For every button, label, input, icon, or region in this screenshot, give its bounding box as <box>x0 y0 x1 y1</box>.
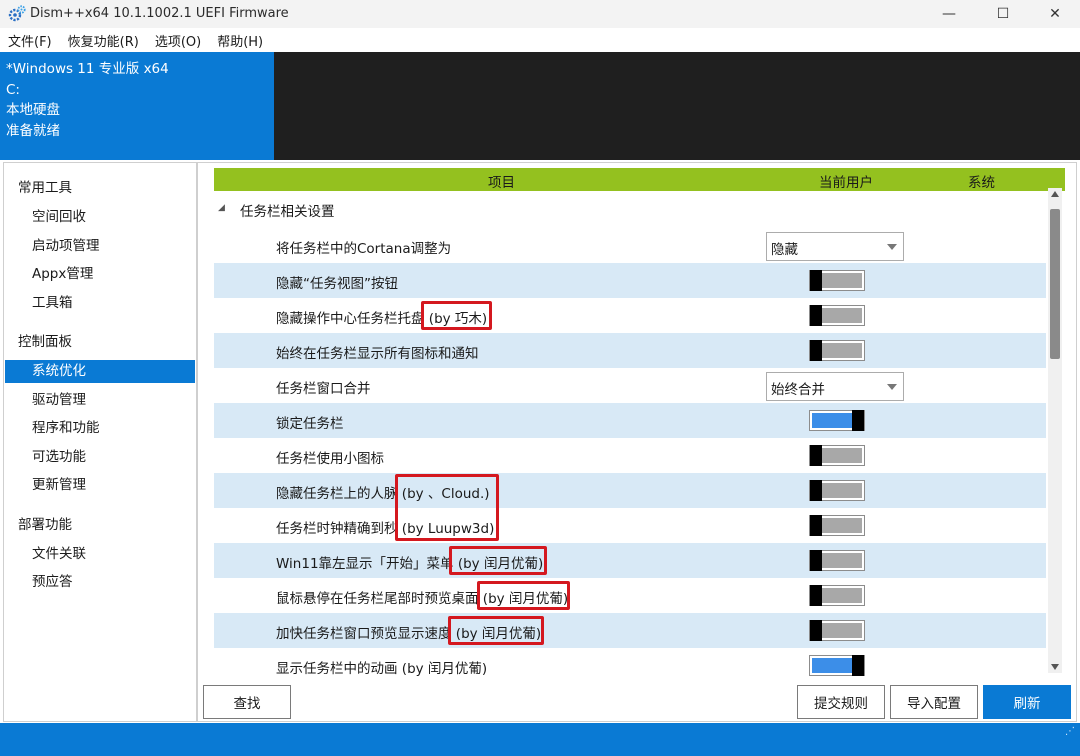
toggle-switch[interactable] <box>809 410 865 431</box>
toggle-switch[interactable] <box>809 480 865 501</box>
vertical-scrollbar[interactable] <box>1048 188 1062 673</box>
sidebar-item-space-reclaim[interactable]: 空间回收 <box>5 206 195 229</box>
select-value: 隐藏 <box>771 242 798 258</box>
maximize-icon: ☐ <box>996 6 1010 22</box>
status-text: 准备就绪 <box>6 122 60 139</box>
setting-label: 锁定任务栏 <box>276 416 344 432</box>
sidebar-category-deploy: 部署功能 <box>18 517 72 533</box>
close-icon: ✕ <box>1049 6 1061 22</box>
sidebar-category-control-panel: 控制面板 <box>18 334 72 350</box>
setting-label: 任务栏窗口合并 <box>276 381 371 397</box>
scroll-up-arrow-icon[interactable] <box>1051 191 1059 197</box>
disk-type: 本地硬盘 <box>6 102 60 118</box>
highlight-box <box>449 546 547 575</box>
setting-row: 始终在任务栏显示所有图标和通知 <box>214 333 1046 368</box>
setting-label: 隐藏“任务视图”按钮 <box>276 276 398 292</box>
scroll-down-arrow-icon[interactable] <box>1051 664 1059 670</box>
setting-row: Win11靠左显示「开始」菜单 (by 闰月优葡) <box>214 543 1046 578</box>
status-bar: ⋰ <box>0 723 1080 756</box>
sidebar: 常用工具 空间回收 启动项管理 Appx管理 工具箱 控制面板 系统优化 驱动管… <box>3 162 197 722</box>
chevron-down-icon <box>887 244 897 250</box>
cortana-select[interactable]: 隐藏 <box>766 232 904 261</box>
scrollbar-thumb[interactable] <box>1050 209 1060 359</box>
column-system: 系统 <box>968 175 995 191</box>
setting-row: 隐藏“任务视图”按钮 <box>214 263 1046 298</box>
author-note: (by 闰月优葡) <box>401 661 488 677</box>
select-value: 始终合并 <box>771 382 825 398</box>
column-item: 项目 <box>488 175 515 191</box>
setting-row: 将任务栏中的Cortana调整为 隐藏 <box>214 228 1046 263</box>
import-config-button[interactable]: 导入配置 <box>890 685 978 719</box>
settings-panel: 项目 当前用户 系统 ◢ 任务栏相关设置 将任务栏中的Cortana调整为 隐藏… <box>197 162 1077 722</box>
window-title: Dism++x64 10.1.1002.1 UEFI Firmware <box>30 6 289 21</box>
chevron-down-icon <box>887 384 897 390</box>
image-info-panel[interactable]: *Windows 11 专业版 x64 C: 本地硬盘 准备就绪 <box>0 52 274 160</box>
setting-row: 任务栏窗口合并 始终合并 <box>214 368 1046 403</box>
toggle-switch[interactable] <box>809 585 865 606</box>
maximize-button[interactable]: ☐ <box>980 0 1026 28</box>
highlight-box <box>421 301 492 330</box>
setting-row: 显示任务栏中的动画 (by 闰月优葡) <box>214 648 1046 683</box>
gears-app-icon <box>8 5 26 22</box>
setting-row: 任务栏使用小图标 <box>214 438 1046 473</box>
setting-row: 任务栏时钟精确到秒 (by Luupw3d) <box>214 508 1046 543</box>
menu-help[interactable]: 帮助(H) <box>217 31 263 50</box>
setting-row: 隐藏任务栏上的人脉 (by 、Cloud.) <box>214 473 1046 508</box>
sidebar-item-toolbox[interactable]: 工具箱 <box>5 292 195 315</box>
setting-row: 隐藏操作中心任务栏托盘 (by 巧木) <box>214 298 1046 333</box>
sidebar-item-startup[interactable]: 启动项管理 <box>5 235 195 258</box>
find-button[interactable]: 查找 <box>203 685 291 719</box>
setting-row: 锁定任务栏 <box>214 403 1046 438</box>
menu-bar: 文件(F) 恢复功能(R) 选项(O) 帮助(H) <box>0 28 1080 52</box>
minimize-icon: — <box>942 6 956 22</box>
highlight-box <box>448 616 544 645</box>
setting-row: 加快任务栏窗口预览显示速度 (by 闰月优葡) <box>214 613 1046 648</box>
os-name: *Windows 11 专业版 x64 <box>6 61 169 77</box>
toggle-switch[interactable] <box>809 445 865 466</box>
minimize-button[interactable]: — <box>926 0 972 28</box>
drive-letter: C: <box>6 81 20 98</box>
menu-file[interactable]: 文件(F) <box>8 31 52 50</box>
setting-label: 将任务栏中的Cortana调整为 <box>276 241 452 257</box>
sidebar-item-appx[interactable]: Appx管理 <box>5 263 195 286</box>
title-bar: Dism++x64 10.1.1002.1 UEFI Firmware — ☐ … <box>0 0 1080 28</box>
highlight-box <box>477 581 570 610</box>
sidebar-item-updates[interactable]: 更新管理 <box>5 474 195 497</box>
sidebar-category-common-tools: 常用工具 <box>18 180 72 196</box>
toggle-switch[interactable] <box>809 620 865 641</box>
column-current-user: 当前用户 <box>819 175 873 191</box>
toggle-switch[interactable] <box>809 550 865 571</box>
close-button[interactable]: ✕ <box>1032 0 1078 28</box>
sidebar-item-file-assoc[interactable]: 文件关联 <box>5 543 195 566</box>
setting-label: 始终在任务栏显示所有图标和通知 <box>276 346 479 362</box>
group-taskbar[interactable]: ◢ 任务栏相关设置 <box>214 194 1046 224</box>
taskbar-combine-select[interactable]: 始终合并 <box>766 372 904 401</box>
collapse-arrow-icon[interactable]: ◢ <box>218 203 225 213</box>
setting-row: 鼠标悬停在任务栏尾部时预览桌面 (by 闰月优葡) <box>214 578 1046 613</box>
toggle-switch[interactable] <box>809 515 865 536</box>
group-label: 任务栏相关设置 <box>240 204 335 220</box>
toggle-switch[interactable] <box>809 305 865 326</box>
menu-options[interactable]: 选项(O) <box>155 31 201 50</box>
setting-label: 显示任务栏中的动画 (by 闰月优葡) <box>276 661 488 677</box>
table-header: 项目 当前用户 系统 <box>214 168 1065 191</box>
refresh-button[interactable]: 刷新 <box>983 685 1071 719</box>
toggle-switch[interactable] <box>809 655 865 676</box>
toggle-switch[interactable] <box>809 340 865 361</box>
sidebar-item-optional-features[interactable]: 可选功能 <box>5 446 195 469</box>
sidebar-item-system-optimize[interactable]: 系统优化 <box>5 360 195 383</box>
sidebar-item-drivers[interactable]: 驱动管理 <box>5 389 195 412</box>
submit-rule-button[interactable]: 提交规则 <box>797 685 885 719</box>
toggle-switch[interactable] <box>809 270 865 291</box>
resize-grip-icon[interactable]: ⋰ <box>1065 726 1075 737</box>
sidebar-item-unattend[interactable]: 预应答 <box>5 571 195 594</box>
sidebar-item-programs[interactable]: 程序和功能 <box>5 417 195 440</box>
setting-label: 任务栏使用小图标 <box>276 451 384 467</box>
menu-restore[interactable]: 恢复功能(R) <box>68 31 139 50</box>
header-dark-area <box>274 52 1080 160</box>
highlight-box <box>395 474 499 541</box>
